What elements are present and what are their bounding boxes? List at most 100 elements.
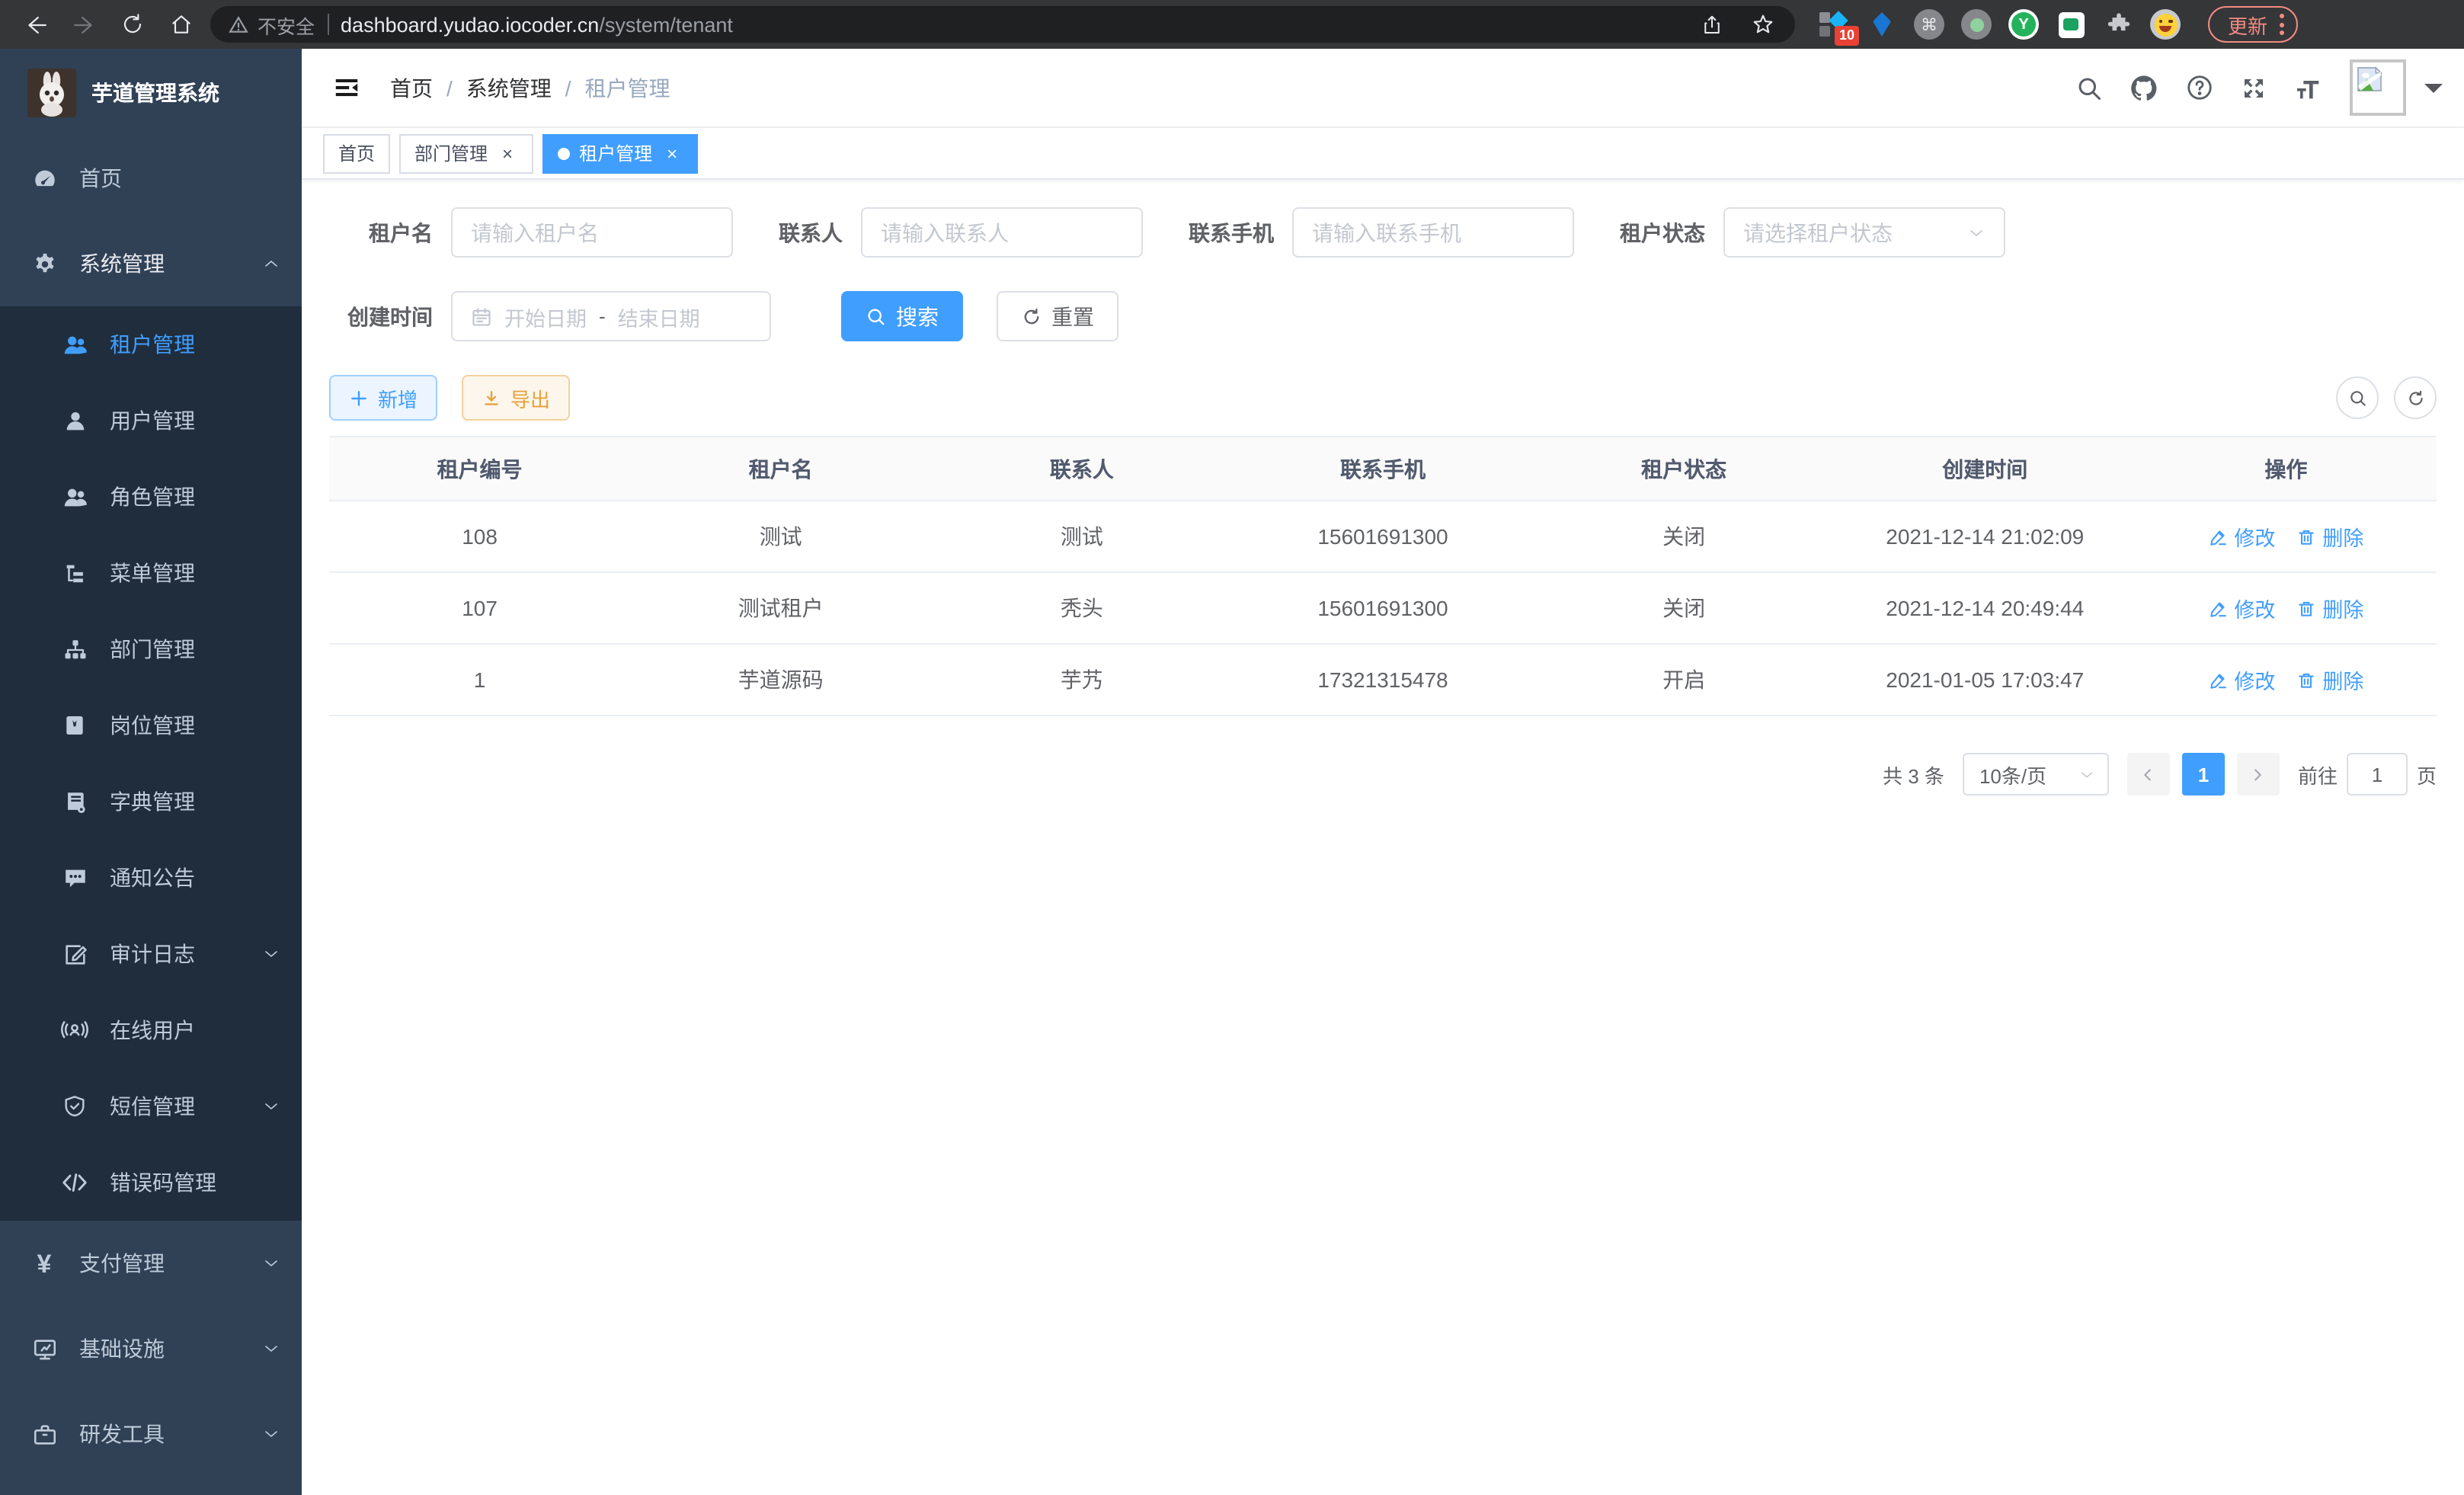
page-number-button[interactable]: 1 [2182, 753, 2225, 796]
bookmark-star-icon[interactable] [1743, 5, 1783, 44]
status-select[interactable]: 请选择租户状态 [1723, 207, 2005, 258]
share-icon[interactable] [1691, 5, 1731, 44]
avatar[interactable] [2350, 59, 2406, 116]
add-button[interactable]: 新增 [329, 375, 437, 421]
mobile-label: 联系手机 [1189, 217, 1274, 248]
help-icon[interactable] [2179, 68, 2219, 107]
avatar-caret-icon[interactable] [2424, 83, 2443, 101]
tab-department[interactable]: 部门管理 × [399, 133, 533, 173]
menu-tree-icon [61, 559, 88, 587]
delete-link[interactable]: 删除 [2296, 593, 2363, 623]
close-icon[interactable]: × [497, 142, 518, 164]
search-button[interactable]: 搜索 [841, 291, 963, 341]
sidebar-item-payment[interactable]: ¥ 支付管理 [0, 1221, 302, 1306]
contact-input[interactable] [881, 220, 1123, 245]
toggle-search-button[interactable] [2336, 376, 2379, 419]
tab-home[interactable]: 首页 [323, 133, 390, 173]
extension-y-icon[interactable]: Y [2008, 9, 2039, 40]
header-search-icon[interactable] [2069, 68, 2109, 107]
sidebar-item-sms[interactable]: 短信管理 [0, 1068, 302, 1144]
sidebar-item-home[interactable]: 首页 [0, 136, 302, 221]
profile-avatar-icon[interactable] [2150, 9, 2181, 40]
extension-command-icon[interactable]: ⌘ [1914, 9, 1944, 40]
address-bar[interactable]: 不安全 dashboard.yudao.iocoder.cn/system/te… [210, 6, 1795, 43]
next-page-button[interactable] [2237, 753, 2280, 796]
export-button[interactable]: 导出 [462, 375, 570, 421]
extension-chat-icon[interactable] [2056, 9, 2086, 40]
sidebar-item-tenant[interactable]: 租户管理 [0, 306, 302, 383]
fullscreen-icon[interactable] [2234, 68, 2274, 107]
sidebar-item-notice[interactable]: 通知公告 [0, 840, 302, 916]
user-icon [61, 407, 88, 434]
browser-menu-icon[interactable] [2280, 14, 2284, 35]
sidebar-item-error-codes[interactable]: 错误码管理 [0, 1144, 302, 1221]
breadcrumb-home[interactable]: 首页 [390, 72, 433, 103]
extension-tab-manager-icon[interactable]: 10 [1819, 9, 1850, 40]
edit-icon [2208, 670, 2228, 690]
browser-forward-button[interactable] [64, 5, 104, 44]
delete-link[interactable]: 删除 [2296, 521, 2363, 552]
breadcrumb-system[interactable]: 系统管理 [466, 72, 552, 103]
navbar: 首页 / 系统管理 / 租户管理 [302, 49, 2464, 128]
sidebar-item-dev-tools[interactable]: 研发工具 [0, 1391, 302, 1477]
sidebar-item-dict[interactable]: 字典管理 [0, 764, 302, 840]
site-security[interactable]: 不安全 [229, 10, 315, 39]
url-text[interactable]: dashboard.yudao.iocoder.cn/system/tenant [341, 13, 733, 36]
github-icon[interactable] [2124, 68, 2164, 107]
font-size-icon[interactable] [2289, 68, 2328, 107]
roles-icon [61, 483, 88, 511]
shield-check-icon [61, 1093, 88, 1120]
column-header: 联系人 [931, 453, 1232, 484]
reset-button[interactable]: 重置 [997, 291, 1118, 341]
sidebar-item-label: 菜单管理 [110, 558, 280, 588]
tags-view: 首页 部门管理 × 租户管理 × [302, 128, 2464, 180]
date-range-picker[interactable]: 开始日期 - 结束日期 [451, 291, 771, 341]
browser-back-button[interactable] [15, 5, 55, 44]
column-header: 操作 [2136, 453, 2437, 484]
goto-page-input[interactable] [2347, 753, 2408, 796]
sidebar-item-departments[interactable]: 部门管理 [0, 611, 302, 687]
sidebar-item-label: 首页 [79, 163, 280, 194]
edit-link[interactable]: 修改 [2208, 664, 2275, 695]
browser-reload-button[interactable] [113, 5, 152, 44]
sidebar-item-label: 字典管理 [110, 786, 280, 817]
extensions-puzzle-icon[interactable] [2103, 9, 2133, 40]
close-icon[interactable]: × [661, 142, 683, 164]
tenants-icon [61, 331, 88, 358]
browser-update-button[interactable]: 更新 [2208, 6, 2298, 43]
tenant-name-input[interactable] [471, 220, 713, 245]
status-label: 租户状态 [1620, 217, 1705, 248]
sidebar-item-roles[interactable]: 角色管理 [0, 459, 302, 535]
edit-link[interactable]: 修改 [2208, 521, 2275, 552]
sidebar-item-label: 支付管理 [79, 1248, 241, 1279]
sidebar-item-label: 部门管理 [110, 634, 280, 664]
prev-page-button[interactable] [2127, 753, 2170, 796]
breadcrumb-current: 租户管理 [585, 72, 670, 103]
extension-kite-icon[interactable] [1867, 9, 1897, 40]
sidebar-item-menus[interactable]: 菜单管理 [0, 535, 302, 611]
sidebar-item-infrastructure[interactable]: 基础设施 [0, 1306, 302, 1391]
sidebar-item-users[interactable]: 用户管理 [0, 383, 302, 459]
refresh-table-button[interactable] [2394, 376, 2437, 419]
extension-recorder-icon[interactable] [1961, 9, 1992, 40]
sidebar-item-label: 角色管理 [110, 482, 280, 512]
edit-link[interactable]: 修改 [2208, 593, 2275, 623]
trash-icon [2296, 670, 2316, 690]
page-size-select[interactable]: 10条/页 [1963, 753, 2109, 796]
browser-home-button[interactable] [162, 5, 201, 44]
breadcrumb: 首页 / 系统管理 / 租户管理 [390, 72, 670, 103]
sidebar-item-audit-log[interactable]: 审计日志 [0, 916, 302, 992]
mobile-input[interactable] [1312, 220, 1554, 245]
sidebar-fold-button[interactable] [323, 65, 369, 110]
chevron-down-icon [262, 1425, 280, 1443]
app-title: 芋道管理系统 [91, 77, 219, 107]
search-icon [866, 306, 887, 327]
app-logo-row[interactable]: 芋道管理系统 [0, 49, 302, 136]
sidebar-item-label: 租户管理 [110, 329, 280, 360]
dictionary-icon [61, 788, 88, 815]
delete-link[interactable]: 删除 [2296, 664, 2363, 695]
sidebar-item-posts[interactable]: 岗位管理 [0, 687, 302, 764]
sidebar-item-system[interactable]: 系统管理 [0, 221, 302, 306]
tab-tenant[interactable]: 租户管理 × [542, 133, 698, 173]
sidebar-item-online-users[interactable]: 在线用户 [0, 992, 302, 1068]
